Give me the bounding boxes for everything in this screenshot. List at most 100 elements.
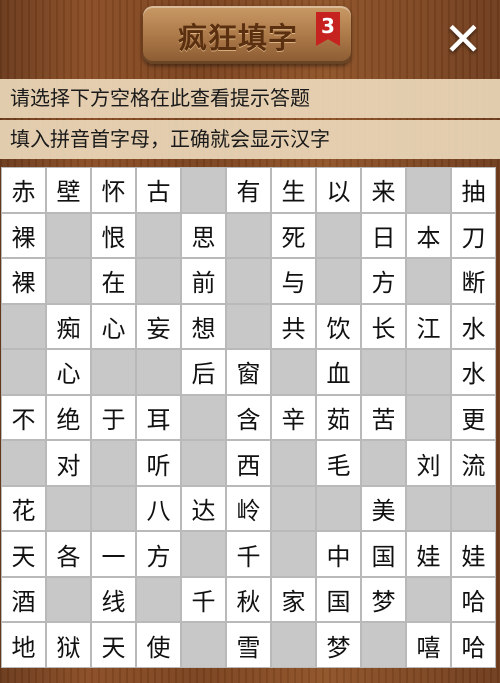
grid-cell-blank[interactable] bbox=[226, 303, 271, 350]
grid-cell-filled[interactable]: 线 bbox=[91, 576, 136, 623]
grid-cell-filled[interactable]: 各 bbox=[46, 531, 91, 577]
grid-cell-filled[interactable]: 绝 bbox=[46, 394, 91, 441]
grid-cell-filled[interactable]: 哈 bbox=[451, 622, 496, 669]
grid-cell-filled[interactable]: 国 bbox=[316, 576, 361, 623]
grid-cell-filled[interactable]: 妄 bbox=[136, 303, 181, 350]
grid-cell-filled[interactable]: 国 bbox=[361, 531, 406, 577]
grid-cell-blank[interactable] bbox=[1, 440, 46, 486]
grid-cell-blank[interactable] bbox=[181, 622, 226, 669]
grid-cell-filled[interactable]: 裸 bbox=[1, 212, 46, 259]
grid-cell-blank[interactable] bbox=[271, 622, 316, 669]
grid-cell-blank[interactable] bbox=[271, 440, 316, 486]
grid-cell-blank[interactable] bbox=[406, 576, 451, 623]
grid-cell-filled[interactable]: 方 bbox=[361, 258, 406, 304]
grid-cell-blank[interactable] bbox=[226, 258, 271, 304]
grid-cell-filled[interactable]: 前 bbox=[181, 258, 226, 304]
grid-cell-blank[interactable] bbox=[316, 258, 361, 304]
grid-cell-blank[interactable] bbox=[136, 258, 181, 304]
grid-cell-filled[interactable]: 对 bbox=[46, 440, 91, 486]
grid-cell-filled[interactable]: 梦 bbox=[316, 622, 361, 669]
grid-cell-filled[interactable]: 地 bbox=[1, 622, 46, 669]
grid-cell-filled[interactable]: 狱 bbox=[46, 622, 91, 669]
grid-cell-blank[interactable] bbox=[361, 349, 406, 395]
grid-cell-filled[interactable]: 中 bbox=[316, 531, 361, 577]
grid-cell-blank[interactable] bbox=[406, 485, 451, 532]
grid-cell-blank[interactable] bbox=[1, 349, 46, 395]
grid-cell-blank[interactable] bbox=[181, 394, 226, 441]
grid-cell-filled[interactable]: 心 bbox=[91, 303, 136, 350]
grid-cell-blank[interactable] bbox=[271, 349, 316, 395]
grid-cell-filled[interactable]: 不 bbox=[1, 394, 46, 441]
grid-cell-blank[interactable] bbox=[271, 531, 316, 577]
grid-cell-filled[interactable]: 有 bbox=[226, 167, 271, 213]
grid-cell-filled[interactable]: 长 bbox=[361, 303, 406, 350]
grid-cell-filled[interactable]: 来 bbox=[361, 167, 406, 213]
grid-cell-blank[interactable] bbox=[91, 349, 136, 395]
grid-cell-blank[interactable] bbox=[451, 485, 496, 532]
grid-cell-filled[interactable]: 水 bbox=[451, 303, 496, 350]
grid-cell-filled[interactable]: 死 bbox=[271, 212, 316, 259]
grid-cell-filled[interactable]: 千 bbox=[226, 531, 271, 577]
grid-cell-filled[interactable]: 美 bbox=[361, 485, 406, 532]
grid-cell-filled[interactable]: 达 bbox=[181, 485, 226, 532]
grid-cell-filled[interactable]: 水 bbox=[451, 349, 496, 395]
grid-cell-filled[interactable]: 恨 bbox=[91, 212, 136, 259]
grid-cell-filled[interactable]: 本 bbox=[406, 212, 451, 259]
grid-cell-blank[interactable] bbox=[46, 212, 91, 259]
grid-cell-blank[interactable] bbox=[226, 212, 271, 259]
grid-cell-filled[interactable]: 怀 bbox=[91, 167, 136, 213]
grid-cell-filled[interactable]: 饮 bbox=[316, 303, 361, 350]
grid-cell-filled[interactable]: 辛 bbox=[271, 394, 316, 441]
grid-cell-filled[interactable]: 刘 bbox=[406, 440, 451, 486]
grid-cell-blank[interactable] bbox=[361, 440, 406, 486]
grid-cell-filled[interactable]: 赤 bbox=[1, 167, 46, 213]
grid-cell-filled[interactable]: 痴 bbox=[46, 303, 91, 350]
grid-cell-blank[interactable] bbox=[136, 349, 181, 395]
grid-cell-filled[interactable]: 使 bbox=[136, 622, 181, 669]
grid-cell-filled[interactable]: 在 bbox=[91, 258, 136, 304]
grid-cell-filled[interactable]: 花 bbox=[1, 485, 46, 532]
grid-cell-blank[interactable] bbox=[316, 485, 361, 532]
grid-cell-filled[interactable]: 千 bbox=[181, 576, 226, 623]
grid-cell-filled[interactable]: 与 bbox=[271, 258, 316, 304]
grid-cell-filled[interactable]: 含 bbox=[226, 394, 271, 441]
grid-cell-blank[interactable] bbox=[316, 212, 361, 259]
grid-cell-blank[interactable] bbox=[181, 167, 226, 213]
grid-cell-filled[interactable]: 耳 bbox=[136, 394, 181, 441]
grid-cell-filled[interactable]: 八 bbox=[136, 485, 181, 532]
grid-cell-filled[interactable]: 哈 bbox=[451, 576, 496, 623]
grid-cell-filled[interactable]: 西 bbox=[226, 440, 271, 486]
grid-cell-filled[interactable]: 家 bbox=[271, 576, 316, 623]
grid-cell-blank[interactable] bbox=[46, 258, 91, 304]
grid-cell-blank[interactable] bbox=[181, 440, 226, 486]
grid-cell-filled[interactable]: 嘻 bbox=[406, 622, 451, 669]
grid-cell-blank[interactable] bbox=[181, 531, 226, 577]
grid-cell-filled[interactable]: 刀 bbox=[451, 212, 496, 259]
grid-cell-filled[interactable]: 于 bbox=[91, 394, 136, 441]
grid-cell-filled[interactable]: 梦 bbox=[361, 576, 406, 623]
grid-cell-filled[interactable]: 以 bbox=[316, 167, 361, 213]
grid-cell-filled[interactable]: 酒 bbox=[1, 576, 46, 623]
grid-cell-filled[interactable]: 秋 bbox=[226, 576, 271, 623]
grid-cell-filled[interactable]: 壁 bbox=[46, 167, 91, 213]
grid-cell-filled[interactable]: 茹 bbox=[316, 394, 361, 441]
grid-cell-filled[interactable]: 娃 bbox=[406, 531, 451, 577]
grid-cell-blank[interactable] bbox=[271, 485, 316, 532]
grid-cell-blank[interactable] bbox=[136, 576, 181, 623]
grid-cell-blank[interactable] bbox=[406, 167, 451, 213]
grid-cell-filled[interactable]: 方 bbox=[136, 531, 181, 577]
grid-cell-blank[interactable] bbox=[91, 440, 136, 486]
grid-cell-filled[interactable]: 天 bbox=[91, 622, 136, 669]
grid-cell-blank[interactable] bbox=[1, 303, 46, 350]
grid-cell-filled[interactable]: 共 bbox=[271, 303, 316, 350]
grid-cell-blank[interactable] bbox=[406, 349, 451, 395]
grid-cell-filled[interactable]: 日 bbox=[361, 212, 406, 259]
grid-cell-blank[interactable] bbox=[406, 394, 451, 441]
grid-cell-filled[interactable]: 窗 bbox=[226, 349, 271, 395]
grid-cell-filled[interactable]: 流 bbox=[451, 440, 496, 486]
grid-cell-blank[interactable] bbox=[361, 622, 406, 669]
grid-cell-blank[interactable] bbox=[46, 576, 91, 623]
grid-cell-filled[interactable]: 心 bbox=[46, 349, 91, 395]
grid-cell-filled[interactable]: 断 bbox=[451, 258, 496, 304]
grid-cell-filled[interactable]: 雪 bbox=[226, 622, 271, 669]
